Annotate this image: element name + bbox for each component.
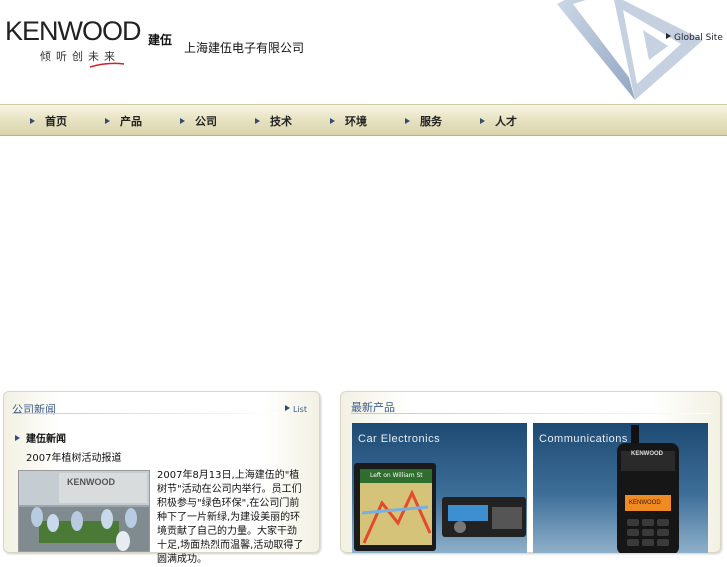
arrow-right-icon	[666, 33, 671, 39]
nav-screen-street-text: Left on William St	[370, 472, 423, 479]
car-navigation-unit-icon	[354, 463, 526, 551]
nav-label: 公司	[195, 115, 217, 128]
logo-swoosh-icon	[89, 62, 125, 68]
news-panel-title: 公司新闻	[12, 403, 56, 416]
logo-chinese-name: 建伍	[148, 33, 173, 47]
nav-item-service[interactable]: 服务	[405, 113, 442, 129]
list-label: List	[293, 405, 307, 414]
arrow-right-icon	[480, 118, 485, 124]
kenwood-logo[interactable]: KENWOOD 建伍 倾听创未来	[5, 16, 172, 68]
nav-item-careers[interactable]: 人才	[480, 113, 517, 129]
two-way-radio-icon	[617, 425, 679, 553]
nav-item-products[interactable]: 产品	[105, 113, 142, 129]
arrow-right-icon	[30, 118, 35, 124]
site-header: KENWOOD 建伍 倾听创未来 上海建伍电子有限公司 Global Site	[0, 0, 727, 104]
products-panel: 最新产品 Car Electronics Left on William St …	[340, 391, 721, 553]
global-site-link[interactable]: Global Site	[666, 33, 723, 43]
arrow-right-icon	[105, 118, 110, 124]
arrow-right-icon	[15, 435, 20, 441]
communications-tile[interactable]: Communications KENWOOD KENWOOD	[533, 423, 708, 553]
news-photo[interactable]: KENWOOD	[18, 470, 150, 552]
nav-label: 人才	[495, 115, 517, 128]
company-name: 上海建伍电子有限公司	[184, 41, 305, 55]
nav-item-technology[interactable]: 技术	[255, 113, 292, 129]
logo-wordmark: KENWOOD	[5, 16, 142, 46]
news-list-link[interactable]: List	[285, 405, 307, 414]
arrow-right-icon	[405, 118, 410, 124]
radio-brand-text: KENWOOD	[631, 451, 663, 457]
photo-sign-text: KENWOOD	[67, 477, 115, 487]
nav-item-environment[interactable]: 环境	[330, 113, 367, 129]
divider	[351, 413, 711, 414]
global-site-label: Global Site	[674, 33, 723, 43]
radio-display-text: KENWOOD	[629, 500, 661, 506]
arrow-right-icon	[255, 118, 260, 124]
car-electronics-tile[interactable]: Car Electronics Left on William St	[352, 423, 527, 553]
arrow-right-icon	[180, 118, 185, 124]
news-subline: 2007年植树活动报道	[26, 453, 122, 464]
main-nav: 首页 产品 公司 技术 环境 服务 人才	[0, 104, 727, 136]
nav-label: 产品	[120, 115, 142, 128]
nav-item-company[interactable]: 公司	[180, 113, 217, 129]
nav-label: 服务	[420, 115, 442, 128]
nav-label: 技术	[270, 115, 292, 128]
nav-label: 环境	[345, 115, 367, 128]
news-headline[interactable]: 建伍新闻	[15, 430, 66, 445]
arrow-right-icon	[285, 405, 290, 411]
news-body-text: 2007年8月13日,上海建伍的"植树节"活动在公司内举行。员工们积极参与"绿色…	[157, 470, 304, 565]
headline-text: 建伍新闻	[26, 434, 66, 445]
arrow-right-icon	[330, 118, 335, 124]
nav-item-home[interactable]: 首页	[30, 113, 67, 129]
news-panel: 公司新闻 List 建伍新闻 2007年植树活动报道 KENWOOD 2007年…	[3, 391, 320, 565]
triangle-emblem-icon	[557, 0, 703, 100]
nav-label: 首页	[45, 115, 67, 128]
divider	[12, 413, 280, 414]
